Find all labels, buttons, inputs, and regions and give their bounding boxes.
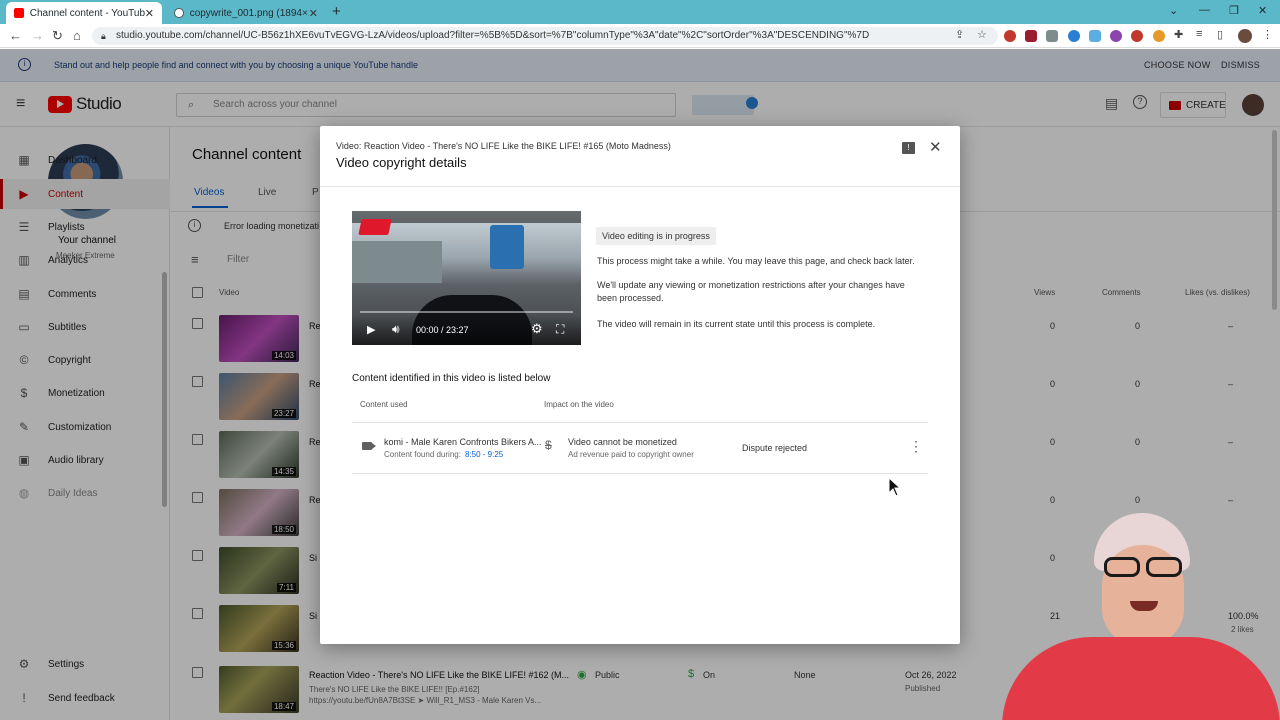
close-tab-icon[interactable]: ✕ (309, 7, 318, 20)
tab-title: Channel content - YouTube Studio (29, 7, 145, 19)
content-found-label: Content found during: (384, 450, 461, 459)
person-glasses-left (1104, 557, 1140, 577)
player-progress-bar[interactable] (360, 311, 573, 313)
home-icon[interactable]: ⌂ (73, 28, 81, 43)
claim-impact: Video cannot be monetized (568, 437, 677, 447)
extension-icon[interactable] (1068, 30, 1080, 42)
dialog-title: Video copyright details (336, 155, 467, 170)
profile-avatar-icon[interactable] (1238, 29, 1252, 43)
close-tab-icon[interactable]: ✕ (145, 7, 154, 20)
editing-status-chip: Video editing is in progress (596, 227, 716, 245)
reload-icon[interactable]: ↻ (52, 28, 63, 44)
extension-icon[interactable] (1110, 30, 1122, 42)
person-glasses-right (1146, 557, 1182, 577)
tab-search-chevron-icon[interactable]: ⌄ (1169, 4, 1178, 17)
video-player[interactable]: ▶ 🔊︎ 00:00 / 23:27 ⚙ ⛶ (352, 211, 581, 345)
browser-tab-youtube-studio[interactable]: Channel content - YouTube Studio ✕ (6, 2, 162, 24)
content-section-title: Content identified in this video is list… (352, 373, 551, 384)
youtube-favicon-icon (14, 8, 24, 18)
extension-icon[interactable] (1004, 30, 1016, 42)
claim-content-title: komi - Male Karen Confronts Bikers A... (384, 437, 542, 447)
more-options-icon[interactable]: ⋮ (909, 438, 923, 455)
tab-title: copywrite_001.png (1894×1472) (189, 7, 309, 19)
status-paragraph-1: This process might take a while. You may… (597, 256, 915, 266)
back-icon[interactable]: ← (9, 28, 22, 43)
extension-icon[interactable] (1131, 30, 1143, 42)
extension-icon[interactable] (1089, 30, 1101, 42)
dialog-video-subtitle: Video: Reaction Video - There's NO LIFE … (336, 141, 671, 151)
forward-icon[interactable]: → (31, 28, 44, 43)
browser-menu-icon[interactable]: ⋮ (1262, 28, 1273, 41)
status-paragraph-3: The video will remain in its current sta… (597, 319, 876, 329)
globe-icon (174, 8, 184, 18)
bus-scene (490, 225, 524, 269)
play-icon[interactable]: ▶ (367, 323, 375, 336)
url-text: studio.youtube.com/channel/UC-B56z1hXE6v… (116, 30, 870, 41)
minimize-icon[interactable]: — (1199, 4, 1210, 16)
restore-icon[interactable]: ❐ (1229, 4, 1239, 17)
reading-list-icon[interactable]: ≡ (1196, 28, 1202, 40)
close-window-icon[interactable]: ✕ (1258, 4, 1267, 17)
status-paragraph-2: We'll update any viewing or monetization… (597, 280, 905, 303)
address-bar[interactable]: 🔒︎ studio.youtube.com/channel/UC-B56z1hX… (92, 27, 998, 45)
copyright-details-dialog: Video: Reaction Video - There's NO LIFE … (320, 126, 960, 644)
bookmark-star-icon[interactable]: ☆ (977, 28, 987, 41)
column-header-content-used: Content used (360, 400, 408, 409)
claim-row[interactable]: komi - Male Karen Confronts Bikers A... … (352, 423, 928, 473)
volume-icon[interactable]: 🔊︎ (392, 322, 400, 337)
extension-icon[interactable] (1025, 30, 1037, 42)
browser-tab-image[interactable]: copywrite_001.png (1894×1472) ✕ (166, 2, 326, 24)
channel-watermark-logo (358, 219, 392, 235)
extension-icon[interactable] (1153, 30, 1165, 42)
content-found-range-link[interactable]: 8:50 - 9:25 (465, 450, 503, 459)
fullscreen-icon[interactable]: ⛶ (556, 322, 564, 337)
extensions-puzzle-icon[interactable]: ✚ (1174, 28, 1183, 41)
browser-toolbar: ← → ↻ ⌂ 🔒︎ studio.youtube.com/channel/UC… (0, 24, 1280, 48)
new-tab-icon[interactable]: + (332, 3, 341, 20)
column-header-impact: Impact on the video (544, 400, 614, 409)
dialog-header-divider (320, 186, 960, 187)
demonetized-dollar-icon: $ (545, 438, 552, 452)
mouse-cursor-icon (888, 477, 902, 497)
feedback-flag-icon[interactable]: ! (902, 142, 915, 154)
extension-icon[interactable] (1046, 30, 1058, 42)
player-settings-gear-icon[interactable]: ⚙ (531, 321, 543, 337)
table-divider (352, 473, 928, 474)
close-dialog-icon[interactable]: ✕ (929, 138, 942, 156)
share-icon[interactable]: ⇪ (955, 28, 964, 41)
side-panel-icon[interactable]: ▯ (1217, 28, 1223, 41)
player-time: 00:00 / 23:27 (416, 325, 469, 335)
browser-tab-bar: Channel content - YouTube Studio ✕ copyw… (0, 0, 1280, 24)
lock-icon: 🔒︎ (101, 31, 106, 41)
claim-impact-detail: Ad revenue paid to copyright owner (568, 450, 694, 459)
video-camera-icon (362, 442, 372, 450)
car-scene (352, 241, 442, 283)
video-camera-lens-icon (372, 443, 376, 449)
claim-status: Dispute rejected (742, 443, 808, 453)
webcam-overlay (982, 505, 1280, 720)
